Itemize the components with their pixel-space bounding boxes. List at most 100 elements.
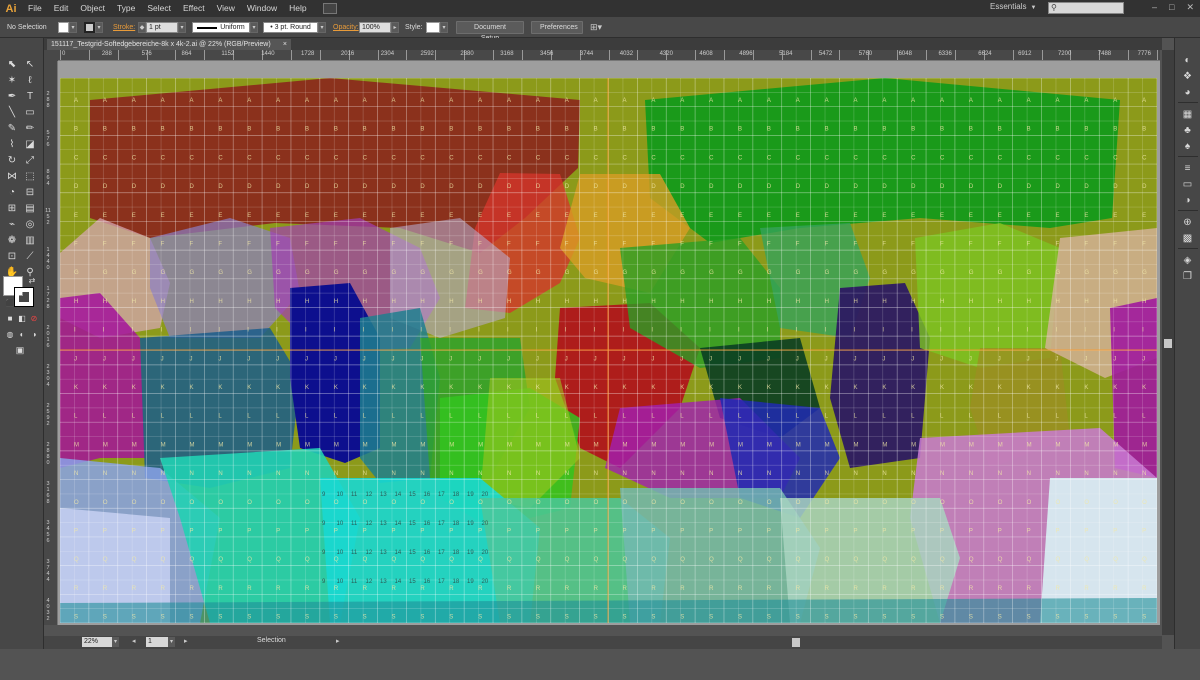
artboards-panel-icon[interactable]: ❐ bbox=[1180, 270, 1195, 283]
opacity-dropdown[interactable]: ▸ bbox=[391, 22, 399, 33]
menu-window[interactable]: Window bbox=[241, 0, 283, 17]
document-setup-button[interactable]: Document Setup bbox=[456, 21, 524, 42]
menu-object[interactable]: Object bbox=[74, 0, 111, 17]
horizontal-scrollbar[interactable] bbox=[404, 638, 1200, 647]
grid-letter: G bbox=[305, 270, 310, 276]
grid-number: 13 bbox=[380, 579, 387, 585]
free-transform-tool-icon[interactable]: ⬚ bbox=[22, 170, 38, 183]
selection-tool-icon[interactable]: ⬉ bbox=[4, 58, 20, 71]
artboard-dropdown[interactable]: ▾ bbox=[168, 637, 175, 647]
vertical-scroll-thumb[interactable] bbox=[1164, 339, 1172, 348]
vertical-ruler[interactable]: 288 576 864 1152 1440 1728 2016 2304 2592 2880 316… bbox=[44, 61, 58, 625]
column-graph-tool-icon[interactable]: ▥ bbox=[22, 234, 38, 247]
perspective-grid-tool-icon[interactable]: ⊟ bbox=[22, 186, 38, 199]
none-mode-icon[interactable]: ⊘ bbox=[26, 312, 42, 325]
style-dropdown[interactable]: ▾ bbox=[440, 22, 448, 33]
graphic-styles-panel-icon[interactable]: ▩ bbox=[1180, 232, 1195, 245]
draw-inside-icon[interactable]: ◑ bbox=[26, 328, 42, 341]
brushes-panel-icon[interactable]: ♣ bbox=[1180, 124, 1195, 137]
default-colors-icon[interactable]: ⬛ bbox=[2, 296, 18, 309]
close-tab-icon[interactable]: × bbox=[283, 39, 287, 50]
color-guide-icon[interactable]: ❖ bbox=[1180, 70, 1195, 83]
eraser-tool-icon[interactable]: ◪ bbox=[22, 138, 38, 151]
arrange-documents-icon[interactable]: ⊞▾ bbox=[590, 21, 602, 34]
mesh-tool-icon[interactable]: ⊞ bbox=[4, 202, 20, 215]
menu-help[interactable]: Help bbox=[283, 0, 312, 17]
screen-mode-icon[interactable]: ▣ bbox=[12, 344, 28, 357]
stroke-label[interactable]: Stroke: bbox=[113, 21, 135, 34]
preferences-button[interactable]: Preferences bbox=[531, 21, 583, 34]
gradient-panel-icon[interactable]: ▭ bbox=[1180, 178, 1195, 191]
style-swatch[interactable] bbox=[426, 22, 440, 33]
artboard[interactable]: A A A A A A A A A A A A A A A A A A A A A A A A A A A A A A A A A A A A A A B B… bbox=[60, 78, 1157, 623]
type-tool-icon[interactable]: T bbox=[22, 90, 38, 103]
color-panel-icon[interactable]: ◐ bbox=[1180, 54, 1195, 67]
menu-view[interactable]: View bbox=[211, 0, 241, 17]
status-menu-icon[interactable]: ▸ bbox=[336, 637, 340, 645]
blend-tool-icon[interactable]: ◎ bbox=[22, 218, 38, 231]
opacity-field[interactable]: 100% bbox=[359, 22, 391, 33]
width-tool-icon[interactable]: ⋈ bbox=[4, 170, 20, 183]
rotate-tool-icon[interactable]: ↻ bbox=[4, 154, 20, 167]
first-artboard-icon[interactable]: ◂ bbox=[132, 637, 136, 645]
menu-type[interactable]: Type bbox=[111, 0, 141, 17]
pen-tool-icon[interactable]: ✒ bbox=[4, 90, 20, 103]
magic-wand-tool-icon[interactable]: ✶ bbox=[4, 74, 20, 87]
grid-letter: K bbox=[1084, 385, 1088, 391]
eyedropper-tool-icon[interactable]: ⌁ bbox=[4, 218, 20, 231]
menu-file[interactable]: File bbox=[22, 0, 48, 17]
horizontal-ruler[interactable]: 0 288 576 864 1152 1440 1728 2016 2304 2592 2880 31… bbox=[58, 50, 1160, 61]
artboard-field[interactable]: 1 bbox=[146, 637, 168, 647]
line-tool-icon[interactable]: ╲ bbox=[4, 106, 20, 119]
stroke-weight-dropdown[interactable]: ▾ bbox=[178, 22, 186, 33]
horizontal-scroll-thumb[interactable] bbox=[792, 638, 800, 647]
next-artboard-icon[interactable]: ▸ bbox=[184, 637, 188, 645]
minimize-icon[interactable]: – bbox=[1152, 2, 1157, 13]
symbols-panel-icon[interactable]: ♠ bbox=[1180, 140, 1195, 153]
brush-dropdown[interactable]: ▾ bbox=[318, 22, 326, 33]
menu-effect[interactable]: Effect bbox=[177, 0, 211, 17]
appearance-panel-icon[interactable]: ⊕ bbox=[1180, 216, 1195, 229]
ruler-origin[interactable] bbox=[44, 50, 58, 61]
swap-colors-icon[interactable]: ⇄ bbox=[24, 274, 40, 287]
gradient-tool-icon[interactable]: ▤ bbox=[22, 202, 38, 215]
scale-tool-icon[interactable]: ⤢ bbox=[22, 154, 38, 167]
rectangle-tool-icon[interactable]: ▭ bbox=[22, 106, 38, 119]
variable-width-profile[interactable]: Uniform bbox=[192, 22, 250, 33]
workspace-switcher[interactable]: Essentials ▼ bbox=[990, 2, 1036, 11]
profile-dropdown[interactable]: ▾ bbox=[250, 22, 258, 33]
shape-builder-tool-icon[interactable]: ◔ bbox=[4, 186, 20, 199]
stroke-panel-icon[interactable]: ≡ bbox=[1180, 162, 1195, 175]
slice-tool-icon[interactable]: ⟋ bbox=[22, 250, 38, 263]
layers-panel-icon[interactable]: ◈ bbox=[1180, 254, 1195, 267]
blob-brush-tool-icon[interactable]: ⌇ bbox=[4, 138, 20, 151]
stroke-weight-field[interactable]: 1 pt bbox=[146, 22, 178, 33]
stroke-dropdown[interactable]: ▾ bbox=[95, 22, 103, 33]
stroke-swatch[interactable] bbox=[84, 22, 95, 33]
zoom-field[interactable]: 22% bbox=[82, 637, 112, 647]
opacity-label[interactable]: Opacity: bbox=[333, 21, 359, 34]
bridge-icon[interactable] bbox=[322, 3, 337, 14]
canvas[interactable]: A A A A A A A A A A A A A A A A A A A A A A A A A A A A A A A A A A A A A A B B… bbox=[58, 61, 1160, 625]
lasso-tool-icon[interactable]: ℓ bbox=[22, 74, 38, 87]
document-tab[interactable]: 151117_Testgrid-Softedgebereiche-8k x 4k… bbox=[47, 39, 291, 50]
search-input[interactable]: ⚲ bbox=[1048, 2, 1124, 14]
vertical-scrollbar[interactable] bbox=[1162, 50, 1174, 635]
menu-select[interactable]: Select bbox=[141, 0, 177, 17]
close-icon[interactable]: ✕ bbox=[1186, 2, 1194, 13]
direct-selection-tool-icon[interactable]: ↖ bbox=[22, 58, 38, 71]
paintbrush-tool-icon[interactable]: ✎ bbox=[4, 122, 20, 135]
pencil-tool-icon[interactable]: ✏ bbox=[22, 122, 38, 135]
maximize-icon[interactable]: □ bbox=[1169, 2, 1174, 13]
fill-dropdown[interactable]: ▾ bbox=[69, 22, 77, 33]
fill-swatch[interactable] bbox=[58, 22, 69, 33]
brush-definition[interactable]: • 3 pt. Round bbox=[263, 22, 318, 33]
zoom-dropdown[interactable]: ▾ bbox=[112, 637, 119, 647]
transparency-panel-icon[interactable]: ◑ bbox=[1180, 194, 1195, 207]
stroke-stepper[interactable]: ◆ bbox=[138, 22, 146, 33]
recolor-icon[interactable]: ◕ bbox=[1180, 86, 1195, 99]
menu-edit[interactable]: Edit bbox=[48, 0, 75, 17]
artboard-tool-icon[interactable]: ⊡ bbox=[4, 250, 20, 263]
symbol-sprayer-tool-icon[interactable]: ❁ bbox=[4, 234, 20, 247]
swatches-panel-icon[interactable]: ▦ bbox=[1180, 108, 1195, 121]
